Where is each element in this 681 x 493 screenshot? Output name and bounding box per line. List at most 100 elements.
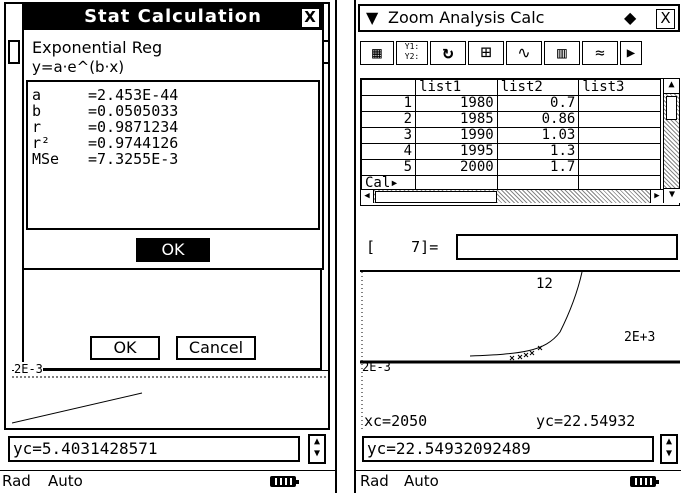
dialog-title: Stat Calculation <box>84 6 262 27</box>
table-row: 1 1980 0.7 <box>360 95 661 112</box>
diamond-icon[interactable]: ◆ <box>624 6 636 30</box>
right-input-line[interactable]: yc=22.54932092489 <box>362 436 654 462</box>
stat-window-icon[interactable]: ▥ <box>544 41 580 65</box>
battery-icon <box>630 476 659 487</box>
list-cell[interactable]: 1980 <box>415 95 498 112</box>
right-menubar: ▼ Zoom Analysis Calc ◆ X <box>358 4 680 32</box>
cell-reference-label: [ 7]= <box>366 238 439 256</box>
right-graph-svg <box>360 271 680 430</box>
calc-format[interactable]: Auto <box>48 472 83 490</box>
left-graph-svg <box>11 376 330 424</box>
scroll-down-icon[interactable]: ▼ <box>664 188 680 203</box>
left-input-line[interactable]: yc=5.4031428571 <box>8 436 300 462</box>
zoom-box-icon[interactable]: ⊞ <box>468 41 504 65</box>
left-status-bar: Rad Auto <box>0 470 335 493</box>
list-cell[interactable]: 1995 <box>415 143 498 160</box>
background-window-tab-left <box>8 40 20 64</box>
list-cell[interactable] <box>578 143 661 160</box>
close-icon[interactable]: X <box>656 9 675 29</box>
left-graph-area[interactable] <box>11 370 330 426</box>
results-panel: a =2.453E-44 b =0.0505033 r =0.9871234 r… <box>26 80 320 230</box>
scroll-right-icon[interactable]: ▶ <box>650 190 663 203</box>
spin-up-icon[interactable]: ▲ <box>310 436 324 448</box>
regression-formula: y=a·e^(b·x) <box>32 58 125 76</box>
data-point <box>529 350 535 356</box>
scroll-up-icon[interactable]: ▲ <box>664 79 679 94</box>
list-cell[interactable]: 1990 <box>415 127 498 144</box>
table-row: 3 1990 1.03 <box>360 127 661 144</box>
dialog-ok-button[interactable]: OK <box>136 238 210 262</box>
list-cell[interactable]: 0.86 <box>496 111 580 128</box>
refresh-icon[interactable]: ↻ <box>430 41 466 65</box>
spin-up-icon[interactable]: ▲ <box>662 436 676 448</box>
list-cell[interactable] <box>578 111 661 128</box>
graph-regression-icon[interactable]: ∿ <box>506 41 542 65</box>
left-calculator-screen: OK Cancel Stat Calculation X Exponential… <box>0 0 337 493</box>
back-dialog <box>22 262 322 370</box>
angle-mode[interactable]: Rad <box>2 472 31 490</box>
scroll-left-icon[interactable]: ◀ <box>361 190 374 203</box>
list-cell[interactable] <box>578 127 661 144</box>
list-corner-cell <box>360 79 417 96</box>
data-point <box>517 354 523 360</box>
row-index: 5 <box>360 159 417 176</box>
table-row: 4 1995 1.3 <box>360 143 661 160</box>
calc-format[interactable]: Auto <box>404 472 439 490</box>
list-header-row: list1 list2 list3 <box>360 79 661 96</box>
regression-type: Exponential Reg <box>32 38 163 57</box>
left-spinner[interactable]: ▲ ▼ <box>308 434 326 464</box>
row-index: 2 <box>360 111 417 128</box>
back-dialog-cancel-button[interactable]: Cancel <box>176 336 256 360</box>
list-header-list2[interactable]: list2 <box>496 79 580 96</box>
close-icon[interactable]: X <box>301 8 320 28</box>
list-cell[interactable]: 1985 <box>415 111 498 128</box>
list-header-list1[interactable]: list1 <box>415 79 498 96</box>
list-table: list1 list2 list3 1 1980 0.7 2 1985 0.86… <box>360 79 661 192</box>
menu-arrow-icon[interactable]: ▼ <box>366 6 378 30</box>
list-vertical-scrollbar[interactable]: ▲ ▼ <box>663 79 680 203</box>
result-row: MSe <box>32 150 60 168</box>
left-graph-regression-line <box>11 392 143 424</box>
row-index: 3 <box>360 127 417 144</box>
list-cell[interactable]: 1.03 <box>496 127 580 144</box>
trace-icon[interactable]: ≈ <box>582 41 618 65</box>
right-calculator-screen: ▼ Zoom Analysis Calc ◆ X ▦ Y1: Y2: ↻ ⊞ ∿… <box>354 0 681 493</box>
stat-calculation-dialog: Stat Calculation X Exponential Reg y=a·e… <box>22 2 324 270</box>
data-point <box>523 352 529 358</box>
list-horizontal-scrollbar[interactable]: ◀ ▶ <box>361 189 663 203</box>
y-equals-icon[interactable]: Y1: Y2: <box>396 41 428 65</box>
battery-icon <box>270 476 299 487</box>
list-cell[interactable]: 2000 <box>415 159 498 176</box>
app-title: Zoom Analysis Calc <box>388 8 545 27</box>
graph-yc-readout: yc=22.54932 <box>536 412 636 430</box>
result-row: =7.3255E-3 <box>88 150 179 168</box>
exponential-regression-curve <box>469 271 583 357</box>
more-arrow-icon[interactable]: ▶ <box>620 41 642 65</box>
list-cell[interactable]: 1.3 <box>496 143 580 160</box>
right-spinner[interactable]: ▲ ▼ <box>660 434 678 464</box>
list-cell[interactable]: 0.7 <box>496 95 580 112</box>
right-status-bar: Rad Auto <box>356 470 681 493</box>
spin-down-icon[interactable]: ▼ <box>662 448 676 460</box>
list-header-list3[interactable]: list3 <box>578 79 661 96</box>
list-editor: list1 list2 list3 1 1980 0.7 2 1985 0.86… <box>360 78 680 206</box>
list-cell[interactable] <box>578 159 661 176</box>
list-cell[interactable]: 1.7 <box>496 159 580 176</box>
row-index: 1 <box>360 95 417 112</box>
list-cell[interactable] <box>578 95 661 112</box>
spin-down-icon[interactable]: ▼ <box>310 448 324 460</box>
scroll-h-thumb[interactable] <box>375 191 497 203</box>
table-row: 2 1985 0.86 <box>360 111 661 128</box>
cell-entry-input[interactable] <box>456 234 678 260</box>
scroll-thumb[interactable] <box>666 96 677 120</box>
row-index: 4 <box>360 143 417 160</box>
right-graph-area[interactable] <box>360 270 680 430</box>
left-graph-label: 2E-3 <box>14 362 43 376</box>
angle-mode[interactable]: Rad <box>360 472 389 490</box>
back-dialog-ok-button[interactable]: OK <box>90 336 160 360</box>
grid-view-icon[interactable]: ▦ <box>360 41 394 65</box>
table-row: 5 2000 1.7 <box>360 159 661 176</box>
graph-right-label: 2E+3 <box>624 330 656 345</box>
data-point <box>509 355 515 361</box>
graph-top-label: 12 <box>536 276 553 292</box>
